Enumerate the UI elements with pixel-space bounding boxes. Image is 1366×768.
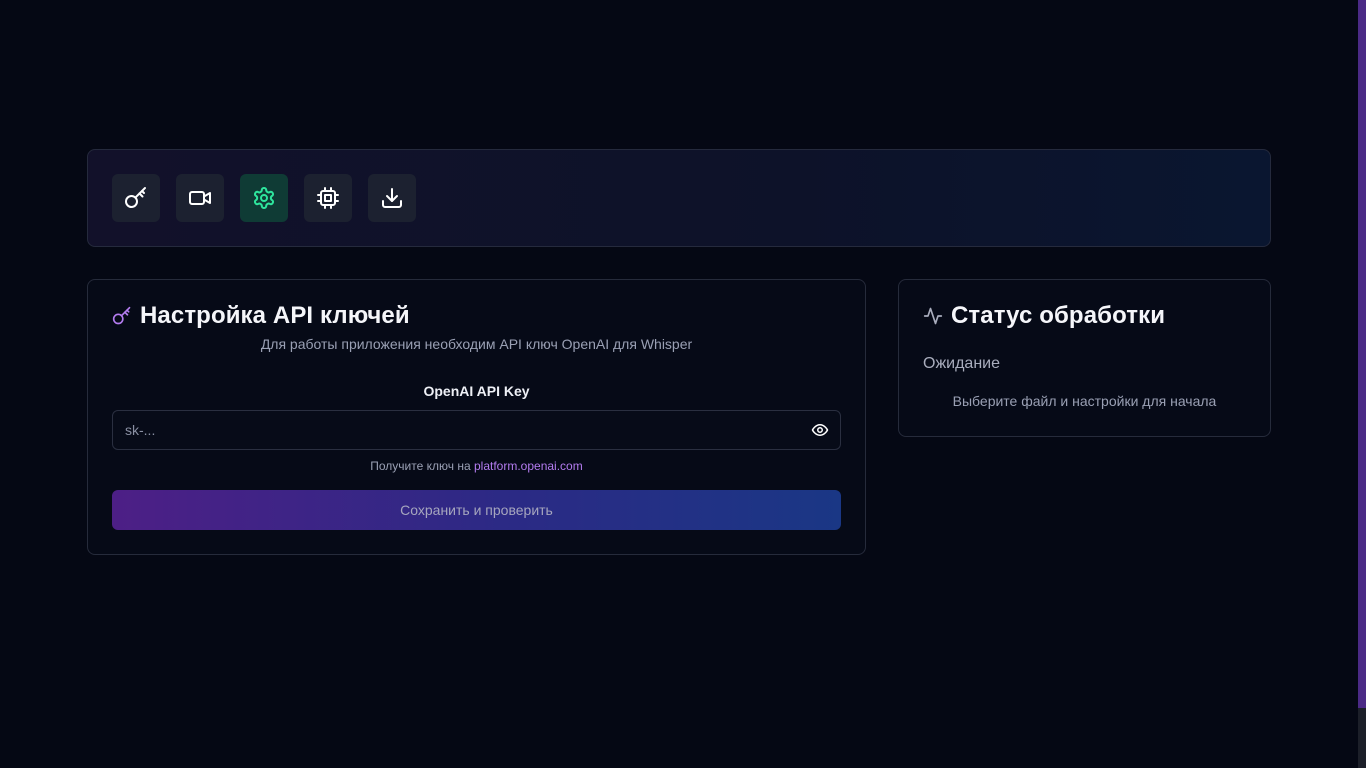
- status-card-header: Статус обработки: [923, 302, 1165, 330]
- api-keys-card: Настройка API ключей Для работы приложен…: [87, 279, 866, 555]
- api-key-hint: Получите ключ на platform.openai.com: [88, 459, 865, 473]
- api-card-title: Настройка API ключей: [140, 302, 410, 329]
- status-card-title: Статус обработки: [951, 302, 1166, 329]
- video-step-button[interactable]: [176, 174, 224, 222]
- step-toolbar: [87, 149, 1271, 247]
- hint-text: Получите ключ на: [370, 459, 474, 473]
- video-icon: [189, 191, 211, 205]
- key-icon: [112, 306, 131, 325]
- eye-icon: [811, 424, 829, 436]
- status-card: Статус обработки Ожидание Выберите файл …: [898, 279, 1271, 437]
- cpu-icon: [317, 187, 339, 209]
- download-step-button[interactable]: [368, 174, 416, 222]
- api-keys-step-button[interactable]: [112, 174, 160, 222]
- toggle-visibility-button[interactable]: [810, 420, 830, 440]
- scrollbar-thumb[interactable]: [1358, 0, 1366, 708]
- key-icon: [125, 187, 146, 208]
- api-key-input[interactable]: [113, 411, 803, 449]
- activity-icon: [923, 307, 943, 325]
- page-scrollbar[interactable]: [1358, 0, 1366, 768]
- openai-platform-link[interactable]: platform.openai.com: [474, 459, 583, 473]
- status-state: Ожидание: [923, 355, 1000, 372]
- api-card-header: Настройка API ключей: [112, 302, 410, 330]
- api-card-subtitle: Для работы приложения необходим API ключ…: [260, 336, 693, 352]
- api-key-field: [112, 410, 841, 450]
- gear-icon: [254, 187, 274, 209]
- download-icon: [382, 188, 402, 208]
- save-and-verify-button[interactable]: Сохранить и проверить: [112, 490, 841, 530]
- processing-step-button[interactable]: [304, 174, 352, 222]
- api-key-label: OpenAI API Key: [423, 383, 530, 399]
- settings-step-button[interactable]: [240, 174, 288, 222]
- status-description: Выберите файл и настройки для начала: [952, 393, 1217, 409]
